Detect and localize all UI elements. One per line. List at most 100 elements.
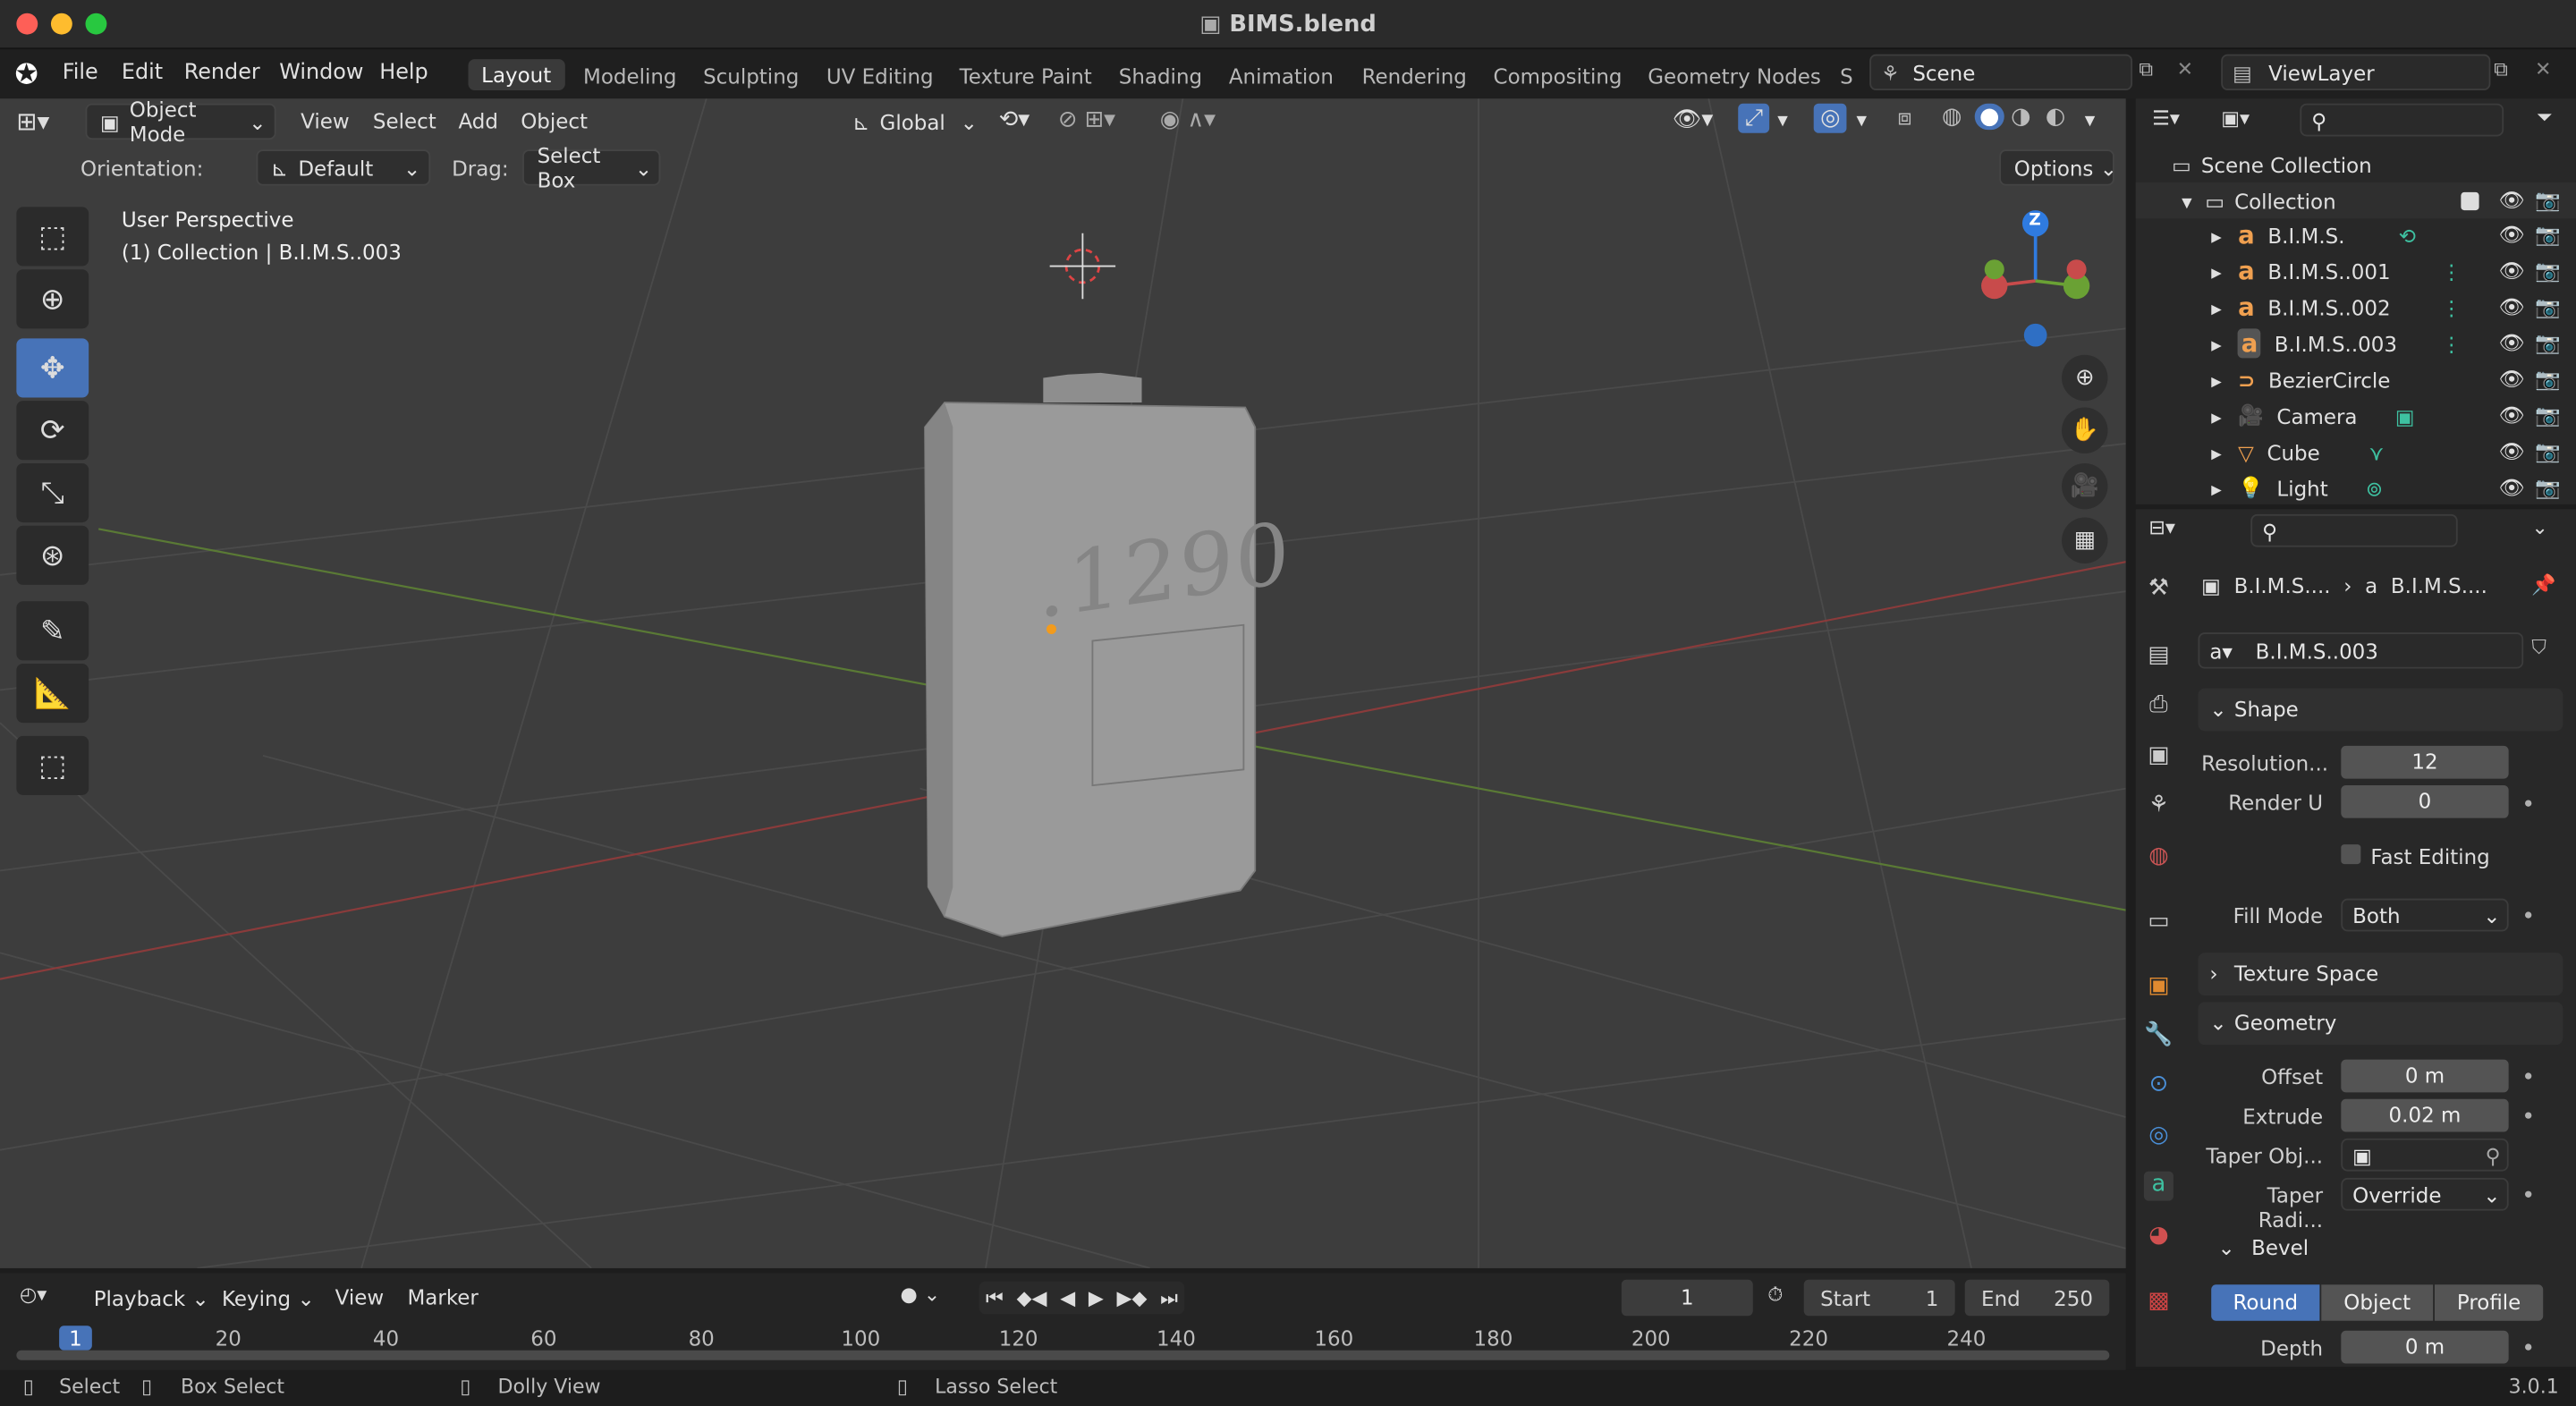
eye-icon[interactable]: 👁 [2499, 367, 2525, 393]
outliner-item-bims-003[interactable]: ▸ a B.I.M.S..003 ⋮ 👁 📷 [2136, 326, 2576, 361]
overlays-toggle-icon[interactable]: ◎ [1813, 103, 1847, 133]
timeline-editor-type-icon[interactable]: ◴▾ [20, 1283, 47, 1306]
render-camera-icon[interactable]: 📷 [2535, 438, 2561, 464]
shading-wireframe-icon[interactable]: ◍ [1942, 104, 1962, 130]
delete-scene-icon[interactable]: ✕ [2177, 57, 2193, 80]
blender-logo-icon[interactable]: ✪ [15, 59, 38, 92]
keyframe-dot[interactable] [2525, 800, 2532, 807]
menu-edit[interactable]: Edit [122, 61, 163, 86]
offset-field[interactable]: 0 m [2341, 1059, 2509, 1093]
fake-user-shield-icon[interactable]: ⛉ [2531, 636, 2546, 661]
collection-tab-icon[interactable]: ▭ [2144, 909, 2174, 938]
fast-editing-checkbox[interactable] [2341, 844, 2361, 865]
bevel-panel-header[interactable]: ⌄ Bevel [2218, 1235, 2309, 1260]
fill-mode-dropdown[interactable]: Both ⌄ [2341, 898, 2509, 932]
taper-radius-dropdown[interactable]: Override ⌄ [2341, 1177, 2509, 1211]
tab-texture-paint[interactable]: Texture Paint [960, 64, 1092, 89]
texture-tab-icon[interactable]: ▩ [2144, 1288, 2174, 1317]
keyframe-dot[interactable] [2525, 911, 2532, 919]
current-frame-field[interactable]: 1 [1621, 1279, 1753, 1317]
scene-tab-icon[interactable]: ⚘ [2144, 792, 2174, 821]
auto-keying-icon[interactable]: ● ⌄ [901, 1283, 941, 1306]
jump-start-icon[interactable]: ⏮ [979, 1285, 1011, 1310]
outliner-editor-type-icon[interactable]: ☰▾ [2152, 106, 2180, 130]
extrude-field[interactable]: 0.02 m [2341, 1098, 2509, 1132]
render-camera-icon[interactable]: 📷 [2535, 187, 2561, 213]
keyframe-dot[interactable] [2525, 1112, 2532, 1119]
play-icon[interactable]: ▶ [1081, 1286, 1110, 1309]
prev-keyframe-icon[interactable]: ◆◀ [1010, 1286, 1054, 1309]
next-keyframe-icon[interactable]: ▶◆ [1110, 1286, 1154, 1309]
output-tab-icon[interactable]: ⎙ [2144, 691, 2174, 721]
render-camera-icon[interactable]: 📷 [2535, 258, 2561, 284]
outliner-scene-collection[interactable]: ▭ Scene Collection [2136, 146, 2576, 182]
data-tab-icon[interactable]: a [2143, 1171, 2174, 1201]
ortho-toggle-button[interactable]: ▦ [2062, 517, 2108, 563]
texture-space-panel-header[interactable]: › Texture Space [2198, 953, 2563, 996]
tool-tab-icon[interactable]: ⚒ [2144, 575, 2174, 605]
transform-tool[interactable]: ⊛ [16, 525, 89, 585]
render-camera-icon[interactable]: 📷 [2535, 330, 2561, 356]
modifiers-tab-icon[interactable]: 🔧 [2144, 1021, 2174, 1051]
drag-dropdown[interactable]: Select Box ⌄ [522, 143, 661, 192]
viewport-menu-select[interactable]: Select [373, 108, 436, 133]
bevel-round-button[interactable]: Round [2211, 1284, 2320, 1321]
tab-compositing[interactable]: Compositing [1494, 64, 1623, 89]
render-camera-icon[interactable]: 📷 [2535, 294, 2561, 320]
move-tool[interactable]: ✥ [16, 338, 89, 398]
render-camera-icon[interactable]: 📷 [2535, 222, 2561, 248]
eye-icon[interactable]: 👁 [2499, 294, 2525, 320]
measure-tool[interactable]: 📐 [16, 664, 89, 724]
tab-rendering[interactable]: Rendering [1362, 64, 1467, 89]
end-frame-field[interactable]: End 250 [1964, 1279, 2110, 1317]
viewport-menu-view[interactable]: View [301, 108, 349, 133]
pivot-point-icon[interactable]: ⟲▾ [999, 106, 1030, 132]
new-view-layer-icon[interactable]: ⧉ [2494, 57, 2508, 82]
cursor-tool[interactable]: ⊕ [16, 269, 89, 329]
outliner-item-beziercircle[interactable]: ▸ ⊃ BezierCircle 👁 📷 [2136, 361, 2576, 397]
keying-menu[interactable]: Keying ⌄ [208, 1280, 317, 1316]
tab-layout[interactable]: Layout [468, 59, 564, 91]
xray-toggle-icon[interactable]: ⧈ [1897, 106, 1911, 131]
eye-icon[interactable]: 👁 [2499, 330, 2525, 356]
render-camera-icon[interactable]: 📷 [2535, 402, 2561, 428]
eye-icon[interactable]: 👁 [2499, 258, 2525, 284]
tab-geometry-nodes[interactable]: Geometry Nodes [1648, 64, 1821, 89]
outliner-item-camera[interactable]: ▸ 🎥 Camera ▣ 👁 📷 [2136, 397, 2576, 433]
add-cube-tool[interactable]: ⬚ [16, 735, 89, 795]
rotate-tool[interactable]: ⟳ [16, 401, 89, 461]
timeline-ruler[interactable]: 1 20 40 60 80 100 120 140 160 180 200 22… [0, 1323, 2126, 1352]
new-scene-icon[interactable]: ⧉ [2139, 57, 2153, 82]
gizmo-options-icon[interactable]: ▾ [1777, 106, 1788, 131]
tab-scripting[interactable]: S [1840, 64, 1853, 89]
zoom-view-button[interactable]: ⊕ [2062, 354, 2108, 402]
frame-marker[interactable]: 1 [59, 1326, 92, 1351]
proportional-edit-icon[interactable]: ◉ ∧▾ [1160, 106, 1216, 132]
shading-options-icon[interactable]: ▾ [2085, 106, 2096, 131]
outliner-item-cube[interactable]: ▸ ▽ Cube ⋎ 👁 📷 [2136, 434, 2576, 470]
camera-view-button[interactable]: 🎥 [2062, 462, 2108, 510]
tab-animation[interactable]: Animation [1229, 64, 1334, 89]
properties-editor-type-icon[interactable]: ⊟▾ [2148, 516, 2175, 539]
playback-menu[interactable]: Playback ⌄ [80, 1280, 209, 1316]
outliner-collection[interactable]: ▾ ▭ Collection 👁 📷 [2135, 182, 2576, 219]
jump-end-icon[interactable]: ⏭ [1154, 1285, 1185, 1310]
eye-icon[interactable]: 👁 [2499, 438, 2525, 464]
collection-checkbox[interactable] [2461, 191, 2479, 210]
transform-orientation-dropdown[interactable]: ⊾ Global ⌄ [840, 104, 978, 140]
outliner-item-bims[interactable]: ▸ a B.I.M.S. ⟲ 👁 📷 [2136, 216, 2576, 252]
resolution-field[interactable]: 12 [2341, 745, 2509, 779]
datablock-selector[interactable]: a▾ B.I.M.S..003 [2198, 632, 2524, 669]
annotate-tool[interactable]: ✎ [16, 601, 89, 661]
eye-icon[interactable]: 👁 [2499, 402, 2525, 428]
eye-icon[interactable]: 👁 [2499, 222, 2525, 248]
tab-shading[interactable]: Shading [1119, 64, 1202, 89]
tab-sculpting[interactable]: Sculpting [703, 64, 799, 89]
select-box-tool[interactable]: ⬚ [16, 207, 89, 267]
stopwatch-icon[interactable]: ⏱ [1767, 1283, 1783, 1308]
properties-search-input[interactable]: ⚲ [2250, 513, 2458, 547]
keyframe-dot[interactable] [2525, 1190, 2532, 1198]
bevel-object-button[interactable]: Object [2321, 1284, 2434, 1321]
outliner-item-light[interactable]: ▸ 💡 Light ⊚ 👁 📷 [2136, 470, 2576, 505]
menu-help[interactable]: Help [379, 61, 428, 86]
